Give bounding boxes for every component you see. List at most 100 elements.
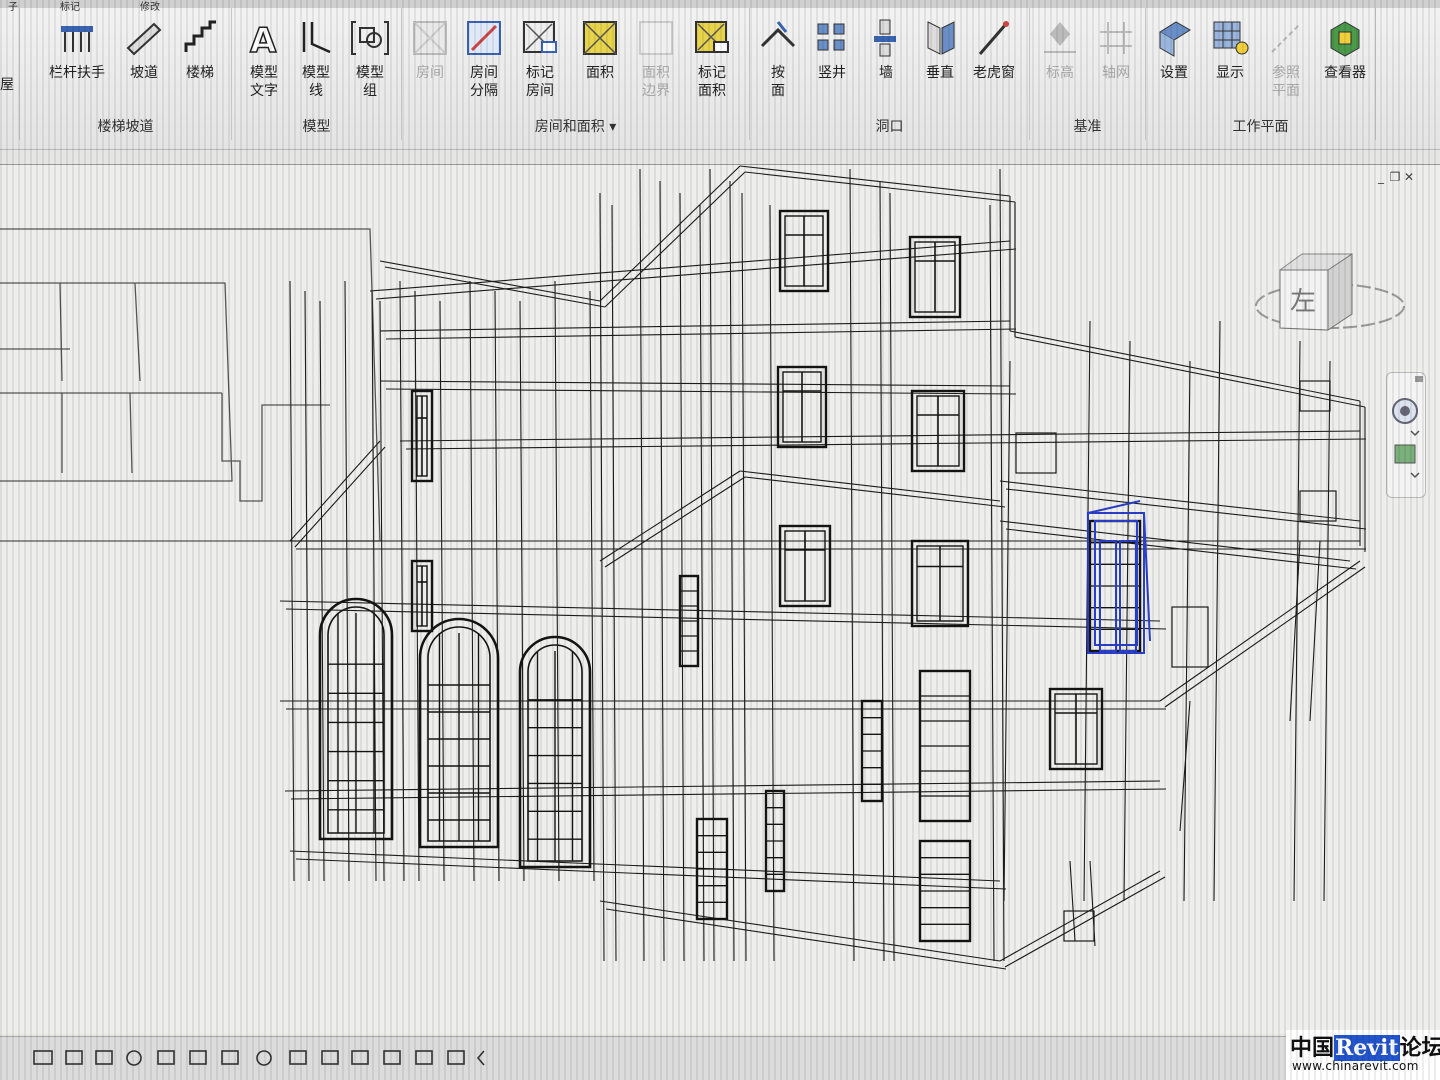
dormer-button[interactable]: 老虎窗 bbox=[966, 18, 1022, 82]
shadows-icon[interactable] bbox=[157, 1050, 175, 1065]
column-cap bbox=[1171, 606, 1209, 668]
collapse-arrow-icon[interactable] bbox=[476, 1050, 485, 1066]
reveal-hidden-icon[interactable] bbox=[289, 1050, 307, 1065]
room-separator-button[interactable]: 房间 分隔 bbox=[456, 18, 512, 100]
close-view-button[interactable]: ✕ bbox=[1402, 170, 1416, 184]
vertical-button[interactable]: 垂直 bbox=[912, 18, 968, 82]
viewcube[interactable]: 左 bbox=[1240, 240, 1410, 340]
area-boundary-label: 面积 边界 bbox=[642, 65, 670, 99]
viewer-icon bbox=[1330, 21, 1360, 57]
analytical-icon[interactable] bbox=[383, 1050, 401, 1065]
wire-edge bbox=[1183, 360, 1191, 902]
wire-edge bbox=[304, 290, 310, 882]
wire-edge bbox=[1213, 320, 1221, 902]
wall-opening-icon bbox=[874, 19, 896, 57]
wire-edge bbox=[849, 168, 855, 962]
ramp-button[interactable]: 坡道 bbox=[116, 18, 172, 82]
floor-plan-underlay bbox=[0, 228, 381, 542]
shaft-button[interactable]: 竖井 bbox=[804, 18, 860, 82]
render-icon[interactable] bbox=[189, 1050, 207, 1065]
dormer-icon bbox=[978, 21, 1009, 55]
wire-edge bbox=[1009, 330, 1361, 402]
wire-edge bbox=[769, 204, 775, 962]
scale-icon[interactable] bbox=[33, 1050, 53, 1065]
temp-view-icon[interactable] bbox=[321, 1050, 339, 1065]
ref-plane-button[interactable]: 参照 平面 bbox=[1258, 18, 1314, 100]
wire-edge bbox=[605, 908, 1007, 970]
viewer-button[interactable]: 查看器 bbox=[1314, 18, 1376, 82]
ribbon: 子 标记 修改 屋 栏杆扶手 坡道 楼梯 楼梯坡道 A 模型 文字 模型 线 模… bbox=[0, 0, 1440, 150]
stair-label: 楼梯 bbox=[186, 65, 214, 81]
tag-area-label: 标记 面积 bbox=[698, 65, 726, 99]
panel-opening: 按 面 竖井 墙 垂直 老虎窗 洞口 bbox=[750, 8, 1030, 140]
wire-edge bbox=[1289, 540, 1301, 722]
sun-path-icon[interactable] bbox=[126, 1050, 142, 1066]
wire-edge bbox=[379, 380, 1011, 387]
wire-edge bbox=[1123, 340, 1131, 902]
area-button[interactable]: 面积 bbox=[572, 18, 628, 82]
wire-edge bbox=[1004, 876, 1166, 968]
wire-edge bbox=[439, 300, 445, 882]
show-plane-label: 显示 bbox=[1216, 65, 1244, 81]
model-line-button[interactable]: 模型 线 bbox=[288, 18, 344, 100]
wall-opening-button[interactable]: 墙 bbox=[858, 18, 914, 82]
window-families bbox=[318, 209, 1142, 943]
3d-viewport[interactable] bbox=[0, 164, 1440, 1034]
shaft-icon bbox=[817, 23, 845, 51]
nav-icons bbox=[1392, 376, 1423, 479]
minimize-view-button[interactable]: _ bbox=[1374, 170, 1388, 184]
view-window-controls: _ ❐ ✕ bbox=[1374, 166, 1426, 184]
crop-view-icon[interactable] bbox=[221, 1050, 239, 1065]
vertical-icon bbox=[927, 21, 955, 55]
detail-level-icon[interactable] bbox=[65, 1050, 83, 1065]
panel-title-room-area-text: 房间和面积 bbox=[534, 119, 605, 135]
level-label: 标高 bbox=[1046, 65, 1074, 81]
stair-button[interactable]: 楼梯 bbox=[172, 18, 228, 82]
wire-edge bbox=[599, 900, 1001, 962]
area-boundary-button[interactable]: 面积 边界 bbox=[628, 18, 684, 100]
wire-edge bbox=[639, 168, 645, 962]
wire-edge bbox=[289, 440, 381, 542]
model-group-icon bbox=[351, 21, 389, 55]
zoom-icon[interactable] bbox=[1394, 444, 1416, 464]
model-group-button[interactable]: 模型 组 bbox=[342, 18, 398, 100]
panel-title-stairs: 楼梯坡道 bbox=[97, 119, 154, 135]
clipped-button-label[interactable]: 屋 bbox=[0, 74, 14, 94]
watermark-url: www.chinarevit.com bbox=[1292, 1059, 1419, 1073]
show-plane-button[interactable]: 显示 bbox=[1202, 18, 1258, 82]
by-face-button[interactable]: 按 面 bbox=[750, 18, 806, 100]
model-line-label: 模型 线 bbox=[302, 65, 330, 99]
model-text-button[interactable]: A 模型 文字 bbox=[236, 18, 292, 100]
railing-button[interactable]: 栏杆扶手 bbox=[42, 18, 112, 82]
visual-style-icon[interactable] bbox=[95, 1050, 113, 1065]
model-line-icon bbox=[302, 22, 331, 54]
wire-edge bbox=[295, 858, 1007, 890]
highlight-displacement-icon[interactable] bbox=[415, 1050, 433, 1065]
area-icon bbox=[583, 21, 617, 55]
selected-window bbox=[1099, 540, 1117, 652]
tag-room-button[interactable]: 标记 房间 bbox=[512, 18, 568, 100]
wire-edge bbox=[379, 320, 1011, 332]
grid-button[interactable]: 轴网 bbox=[1088, 18, 1144, 82]
ref-plane-label: 参照 平面 bbox=[1272, 65, 1300, 99]
worksharing-icon[interactable] bbox=[351, 1050, 369, 1065]
reveal-constraints-icon[interactable] bbox=[447, 1050, 465, 1065]
wire-edge bbox=[744, 476, 1006, 508]
wire-edge bbox=[729, 180, 735, 962]
model-text-label: 模型 文字 bbox=[250, 65, 278, 99]
panel-title-room-area[interactable]: 房间和面积 ▾ bbox=[402, 116, 749, 136]
wireframe-model[interactable] bbox=[0, 165, 1440, 1035]
panel-stairs: 栏杆扶手 坡道 楼梯 楼梯坡道 bbox=[20, 8, 232, 140]
viewcube-icon: 左 bbox=[1255, 253, 1405, 331]
room-icon bbox=[413, 21, 447, 55]
wire-edge bbox=[369, 240, 1011, 292]
restore-view-button[interactable]: ❐ bbox=[1388, 170, 1402, 184]
level-button[interactable]: 标高 bbox=[1032, 18, 1088, 82]
tag-area-button[interactable]: 标记 面积 bbox=[684, 18, 740, 100]
set-plane-button[interactable]: 设置 bbox=[1146, 18, 1202, 82]
area-label: 面积 bbox=[586, 65, 614, 81]
panel-work-plane: 设置 显示 参照 平面 查看器 工作平面 bbox=[1146, 8, 1376, 140]
hide-isolate-icon[interactable] bbox=[256, 1050, 272, 1066]
panel-model: A 模型 文字 模型 线 模型 组 模型 bbox=[232, 8, 402, 140]
room-button[interactable]: 房间 bbox=[402, 18, 458, 82]
